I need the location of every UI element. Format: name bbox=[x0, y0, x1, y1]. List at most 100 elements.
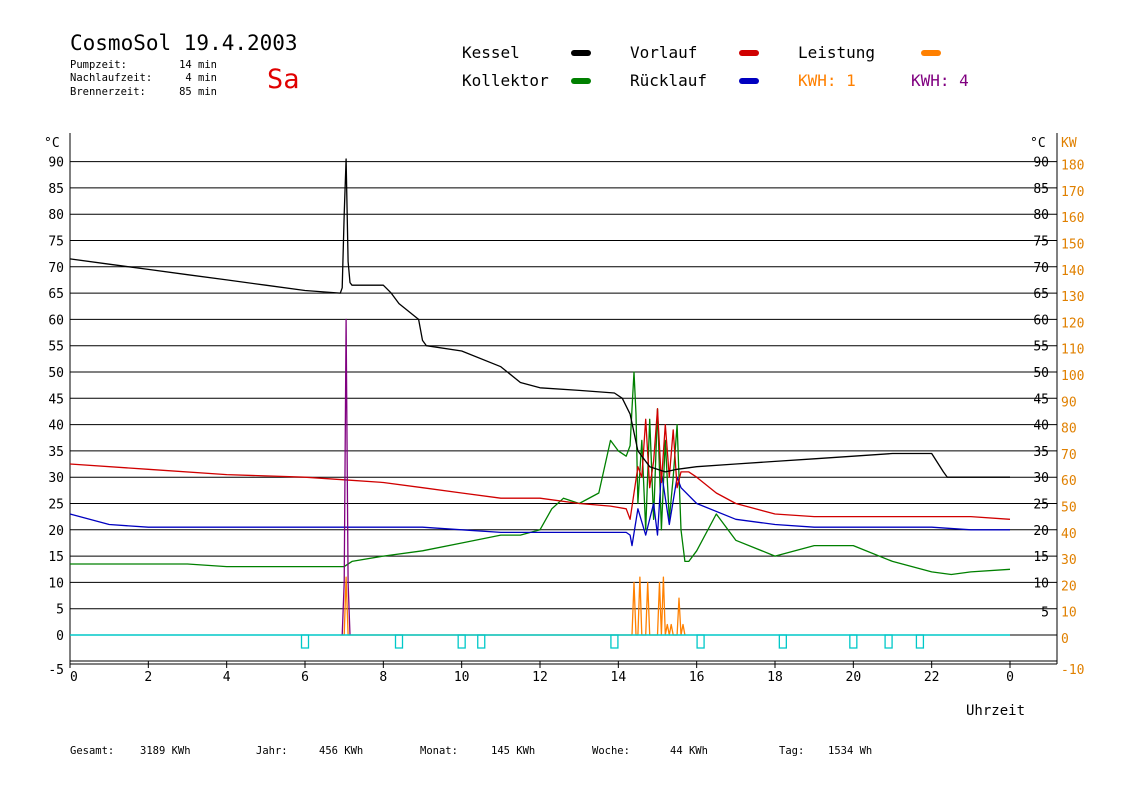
y2-tick-label: 180 bbox=[1061, 159, 1084, 174]
grid bbox=[70, 161, 1057, 636]
x-tick-label: 4 bbox=[223, 670, 231, 685]
y2-tick-label: 50 bbox=[1061, 501, 1077, 516]
y-tick-label-left: 90 bbox=[48, 156, 64, 171]
y-tick-label-right: 20 bbox=[1033, 524, 1049, 539]
y-tick-label-right: 30 bbox=[1033, 471, 1049, 486]
y2-tick-label: 140 bbox=[1061, 264, 1084, 279]
legend-swatch-ruecklauf bbox=[739, 78, 759, 84]
y-axis-unit-right: °C bbox=[1030, 136, 1046, 151]
footer-woche-label: Woche: bbox=[592, 745, 630, 757]
pump-marker bbox=[778, 634, 787, 649]
y-tick-label-left: 40 bbox=[48, 419, 64, 434]
x-tick-label: 0 bbox=[70, 670, 78, 685]
series-line-leistung bbox=[340, 576, 686, 636]
x-tick-label: 10 bbox=[454, 670, 470, 685]
y-tick-label-right: 45 bbox=[1033, 392, 1049, 407]
y2-tick-label: 130 bbox=[1061, 290, 1084, 305]
weekday-label: Sa bbox=[267, 64, 300, 95]
y-tick-label-right: 35 bbox=[1033, 445, 1049, 460]
y-tick-label-left: 0 bbox=[56, 629, 64, 644]
y-tick-label-left: 5 bbox=[56, 603, 64, 618]
y2-tick-label: 20 bbox=[1061, 579, 1077, 594]
y-tick-label-left: 70 bbox=[48, 261, 64, 276]
footer-gesamt-label: Gesamt: bbox=[70, 745, 114, 757]
pump-marker bbox=[696, 634, 705, 649]
brennerzeit-label: Brennerzeit: bbox=[70, 86, 146, 98]
y-tick-label-left: 10 bbox=[48, 576, 64, 591]
legend-swatch-leistung bbox=[921, 50, 941, 56]
y-tick-label-left: 85 bbox=[48, 182, 64, 197]
x-axis-label: Uhrzeit bbox=[966, 703, 1025, 719]
x-ticks: 0 2 4 6 8 10 12 14 16 18 20 22 0 bbox=[69, 661, 1014, 685]
pump-marker bbox=[884, 634, 893, 649]
y-tick-label-left: 35 bbox=[48, 445, 64, 460]
y2-tick-label: 150 bbox=[1061, 238, 1084, 253]
y2-tick-label: 80 bbox=[1061, 422, 1077, 437]
footer-woche-value: 44 KWh bbox=[670, 745, 708, 757]
footer-monat-value: 145 KWh bbox=[491, 745, 535, 757]
y2-tick-label: 0 bbox=[1061, 632, 1069, 647]
y2-tick-label: 90 bbox=[1061, 395, 1077, 410]
y2-tick-label: 170 bbox=[1061, 185, 1084, 200]
legend-kwh4: KWH: 4 bbox=[911, 71, 969, 90]
legend-label-kessel: Kessel bbox=[462, 43, 520, 62]
footer-jahr-label: Jahr: bbox=[256, 745, 288, 757]
x-tick-label: 16 bbox=[689, 670, 705, 685]
y-tick-label-right: 50 bbox=[1033, 366, 1049, 381]
legend: Kessel Kollektor Vorlauf Rücklauf Leistu… bbox=[462, 43, 969, 90]
y2-tick-label: -10 bbox=[1061, 663, 1084, 678]
x-tick-label: 6 bbox=[301, 670, 309, 685]
x-tick-label: 18 bbox=[767, 670, 783, 685]
y-tick-label-right: 80 bbox=[1033, 208, 1049, 223]
y-tick-label-right: 40 bbox=[1033, 419, 1049, 434]
series-line-kessel bbox=[69, 158, 1010, 478]
chart-title: CosmoSol 19.4.2003 bbox=[70, 31, 298, 55]
y-tick-label-right: 65 bbox=[1033, 287, 1049, 302]
y-tick-label-left: 80 bbox=[48, 208, 64, 223]
pump-marker bbox=[394, 634, 404, 649]
x-tick-label: 8 bbox=[379, 670, 387, 685]
y2-tick-label: 30 bbox=[1061, 553, 1077, 568]
legend-label-leistung: Leistung bbox=[798, 43, 875, 62]
nachlaufzeit-label: Nachlaufzeit: bbox=[70, 72, 152, 84]
series bbox=[69, 158, 1011, 636]
y-tick-label-right: 10 bbox=[1033, 576, 1049, 591]
y-tick-label-right: 70 bbox=[1033, 261, 1049, 276]
footer-tag-label: Tag: bbox=[779, 745, 804, 757]
legend-label-kollektor: Kollektor bbox=[462, 71, 549, 90]
y-tick-label-left: 45 bbox=[48, 392, 64, 407]
series-line-vorlauf bbox=[69, 408, 1011, 520]
y-tick-label-right: 60 bbox=[1033, 313, 1049, 328]
pump-marker bbox=[477, 634, 486, 649]
y2-tick-label: 70 bbox=[1061, 448, 1077, 463]
chart-canvas: CosmoSol 19.4.2003 Pumpzeit: 14 min Nach… bbox=[44, 31, 1084, 757]
y-tick-label-left: 25 bbox=[48, 498, 64, 513]
y2-tick-label: 60 bbox=[1061, 474, 1077, 489]
y-tick-label-right: 75 bbox=[1033, 235, 1049, 250]
x-tick-label: 12 bbox=[532, 670, 548, 685]
x-tick-label: 22 bbox=[924, 670, 940, 685]
y-tick-label-left: 15 bbox=[48, 550, 64, 565]
legend-swatch-vorlauf bbox=[739, 50, 759, 56]
y2-tick-label: 120 bbox=[1061, 316, 1084, 331]
y2-axis-unit: KW bbox=[1061, 136, 1077, 151]
y-axis-unit-left: °C bbox=[44, 136, 60, 151]
footer-gesamt-value: 3189 KWh bbox=[140, 745, 191, 757]
y-tick-label-right: 15 bbox=[1033, 550, 1049, 565]
brennerzeit-value: 85 min bbox=[179, 86, 217, 98]
y-tick-label-right: 55 bbox=[1033, 340, 1049, 355]
y-tick-label-right: 90 bbox=[1033, 156, 1049, 171]
y2-tick-label: 110 bbox=[1061, 343, 1084, 358]
pumpzeit-value: 14 min bbox=[179, 59, 217, 71]
footer: Gesamt: 3189 KWh Jahr: 456 KWh Monat: 14… bbox=[70, 745, 872, 757]
pump-marker bbox=[457, 634, 466, 649]
pump-marker bbox=[610, 634, 619, 649]
legend-kwh1: KWH: 1 bbox=[798, 71, 856, 90]
y-tick-label-left: 65 bbox=[48, 287, 64, 302]
y2-tick-label: 160 bbox=[1061, 211, 1084, 226]
y-tick-label-left: 20 bbox=[48, 524, 64, 539]
y2-tick-label: 40 bbox=[1061, 527, 1077, 542]
y-ticks: -505101520253035404550556065707580859051… bbox=[48, 156, 1084, 678]
footer-tag-value: 1534 Wh bbox=[828, 745, 872, 757]
x-tick-label: 0 bbox=[1006, 670, 1014, 685]
